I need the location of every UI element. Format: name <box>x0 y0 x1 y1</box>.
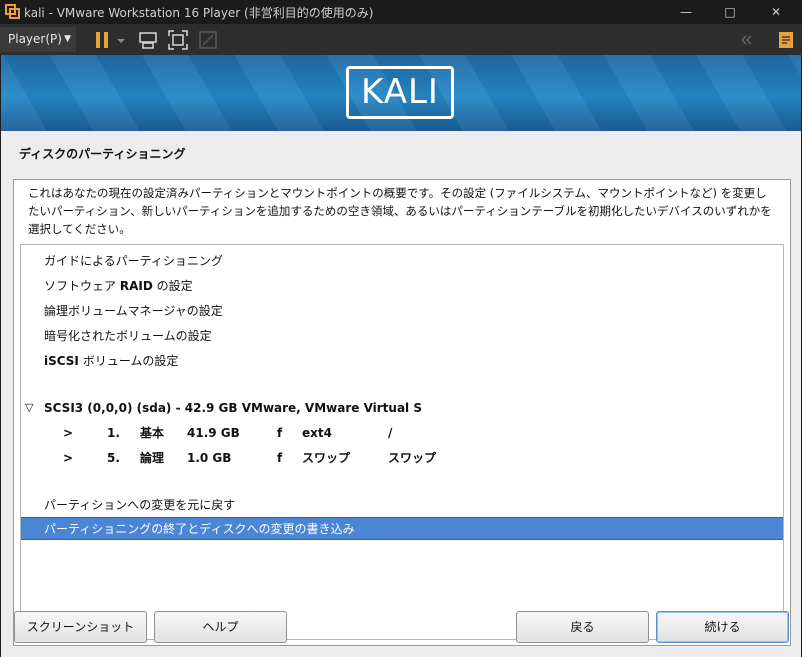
player-menu-button[interactable]: Player(P) ▼ <box>0 27 76 52</box>
screenshot-button[interactable]: スクリーンショット <box>14 611 147 643</box>
partition-fs: スワップ <box>302 451 351 465</box>
list-item-iscsi[interactable]: iSCSI ボリュームの設定 <box>21 350 783 372</box>
intro-text: これはあなたの現在の設定済みパーティションとマウントポイントの概要です。その設定… <box>28 186 772 236</box>
kali-banner: KALI <box>1 55 801 131</box>
list-item-bold: iSCSI <box>44 354 79 368</box>
list-item-suffix: ボリュームの設定 <box>78 354 179 368</box>
partition-arrow: > <box>63 426 74 440</box>
partition-type: 論理 <box>140 451 165 465</box>
list-item-guided-partitioning[interactable]: ガイドによるパーティショニング <box>21 250 783 272</box>
library-icon[interactable] <box>775 29 797 51</box>
list-item-label: パーティションへの変更を元に戻す <box>44 498 236 512</box>
partition-fs: ext4 <box>302 426 332 440</box>
fullscreen-icon[interactable] <box>167 29 189 51</box>
vm-display[interactable]: KALI ディスクのパーティショニング これはあなたの現在の設定済みパーティショ… <box>1 55 801 657</box>
help-button[interactable]: ヘルプ <box>154 611 287 643</box>
partition-mount: / <box>388 426 393 440</box>
finish-partitioning-item[interactable]: パーティショニングの終了とディスクへの変更の書き込み <box>21 517 783 540</box>
maximize-icon[interactable]: □ <box>708 0 752 24</box>
list-item-bold: RAID <box>119 279 153 293</box>
partition-type: 基本 <box>140 426 165 440</box>
kali-logo: KALI <box>346 66 454 119</box>
list-item-label: ソフトウェア RAID の設定 <box>44 275 193 297</box>
back-arrows-icon[interactable] <box>735 29 757 51</box>
partition-row[interactable]: > 5. 論理 1.0 GB f スワップ スワップ <box>21 447 783 469</box>
partition-mount: スワップ <box>388 451 437 465</box>
window-title: kali - VMware Workstation 16 Player (非営利… <box>24 6 374 20</box>
continue-button[interactable]: 続ける <box>656 611 789 643</box>
vmware-app-icon <box>5 4 20 19</box>
partition-flag: f <box>277 451 283 465</box>
player-menu-label: Player(P) <box>8 32 62 46</box>
vmware-toolbar: Player(P) ▼ <box>0 24 802 55</box>
list-item-encrypted-volumes[interactable]: 暗号化されたボリュームの設定 <box>21 325 783 347</box>
disk-label: SCSI3 (0,0,0) (sda) - 42.9 GB VMware, VM… <box>44 401 422 415</box>
partition-number: 5. <box>107 451 120 465</box>
pause-icon[interactable] <box>92 29 114 51</box>
title-bar: kali - VMware Workstation 16 Player (非営利… <box>0 0 802 24</box>
list-item-label: 暗号化されたボリュームの設定 <box>44 329 212 343</box>
list-item-lvm[interactable]: 論理ボリュームマネージャの設定 <box>21 300 783 322</box>
chevron-down-icon: ▼ <box>64 34 71 44</box>
partition-panel: これはあなたの現在の設定済みパーティションとマウントポイントの概要です。その設定… <box>13 179 791 646</box>
partition-arrow: > <box>63 451 74 465</box>
close-icon[interactable]: ✕ <box>754 0 798 24</box>
list-item-software-raid[interactable]: ソフトウェア RAID の設定 <box>21 275 783 297</box>
partition-size: 41.9 GB <box>187 426 240 440</box>
dropdown-arrow-icon[interactable] <box>115 29 127 51</box>
list-item-label: ガイドによるパーティショニング <box>44 254 223 268</box>
disk-row[interactable]: ▽ SCSI3 (0,0,0) (sda) - 42.9 GB VMware, … <box>21 397 783 419</box>
list-item-label: パーティショニングの終了とディスクへの変更の書き込み <box>44 522 355 536</box>
undo-changes-item[interactable]: パーティションへの変更を元に戻す <box>21 494 783 516</box>
list-item-label: 論理ボリュームマネージャの設定 <box>44 304 223 318</box>
minimize-icon[interactable]: — <box>664 0 708 24</box>
list-item-label: iSCSI ボリュームの設定 <box>44 350 178 372</box>
unity-icon <box>199 31 217 49</box>
partition-size: 1.0 GB <box>187 451 232 465</box>
list-item-prefix: ソフトウェア <box>44 279 120 293</box>
list-item-suffix: の設定 <box>152 279 193 293</box>
back-button[interactable]: 戻る <box>516 611 649 643</box>
send-ctrl-alt-del-icon[interactable] <box>137 29 159 51</box>
partition-flag: f <box>277 426 283 440</box>
expand-triangle-icon[interactable]: ▽ <box>25 397 33 419</box>
page-title: ディスクのパーティショニング <box>19 147 186 161</box>
partition-number: 1. <box>107 426 120 440</box>
partition-row[interactable]: > 1. 基本 41.9 GB f ext4 / <box>21 422 783 444</box>
partition-list[interactable]: ガイドによるパーティショニング ソフトウェア RAID の設定 論理ボリュームマ… <box>20 244 784 640</box>
